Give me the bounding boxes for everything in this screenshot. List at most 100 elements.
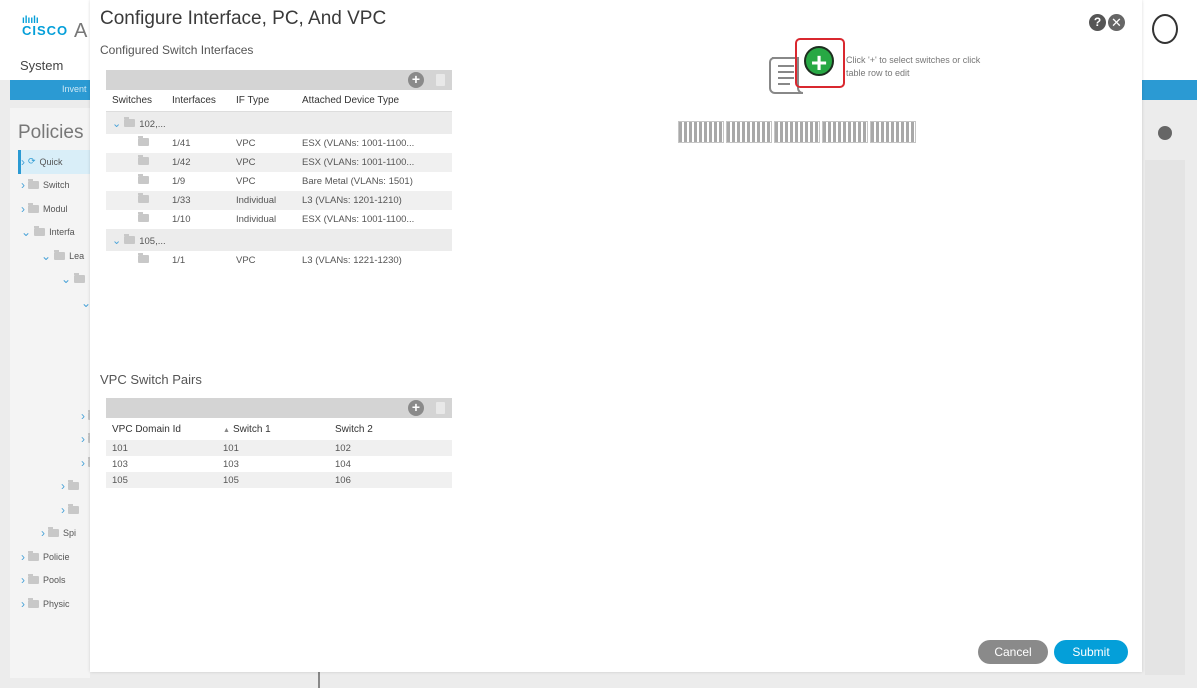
switch-port-strip[interactable] (678, 121, 916, 143)
tree-item-label: Spi (63, 528, 77, 539)
group-label: 105,... (139, 235, 166, 247)
chevron-right-icon: › (21, 573, 25, 588)
col-switch-1[interactable]: ▲ Switch 1 (223, 424, 335, 435)
tree-item[interactable]: › ⟳ Quick (18, 150, 90, 174)
folder-icon (34, 226, 46, 237)
chevron-right-icon: › (81, 432, 85, 447)
row-interface: 1/10 (172, 214, 191, 225)
table-row[interactable]: 1/1 VPC L3 (VLANs: 1221-1230) (106, 251, 452, 270)
folder-icon (54, 249, 66, 260)
table-row[interactable]: 1/41 VPC ESX (VLANs: 1001-1100... (106, 134, 452, 153)
interfaces-table: + Switches Interfaces IF Type Attached D… (106, 70, 452, 270)
col-switches[interactable]: Switches (106, 95, 172, 106)
row-vpc-domain: 105 (112, 474, 128, 486)
tree-item-label: Lea (69, 250, 85, 261)
delete-icon[interactable] (436, 74, 445, 86)
interfaces-toolbar: + (106, 70, 452, 90)
quick-start-icon: ⟳ (28, 156, 36, 167)
port-block[interactable] (678, 121, 724, 143)
folder-icon (28, 574, 39, 585)
col-if-type[interactable]: IF Type (236, 95, 302, 106)
table-row[interactable]: 1/9 VPC Bare Metal (VLANs: 1501) (106, 172, 452, 191)
add-interface-icon[interactable]: + (408, 72, 424, 88)
submit-button[interactable]: Submit (1054, 640, 1128, 664)
table-row[interactable]: 1/10 Individual ESX (VLANs: 1001-1100... (106, 210, 452, 229)
row-attached-device: L3 (VLANs: 1221-1230) (302, 255, 402, 266)
chevron-down-icon: ⌄ (112, 117, 122, 130)
row-switch-2: 102 (335, 442, 351, 454)
add-switch-button[interactable]: + (804, 46, 834, 77)
col-vpc-domain[interactable]: VPC Domain Id (106, 424, 223, 435)
table-row[interactable]: 1/42 VPC ESX (VLANs: 1001-1100... (106, 153, 452, 172)
chevron-down-icon: ⌄ (21, 225, 32, 240)
interfaces-section-title: Configured Switch Interfaces (100, 43, 254, 57)
port-block[interactable] (870, 121, 916, 143)
add-vpc-icon[interactable]: + (408, 400, 424, 416)
vpc-toolbar: + (106, 398, 452, 418)
switch-group-row[interactable]: ⌄ 102,... (106, 112, 452, 134)
folder-icon (28, 597, 39, 608)
folder-icon (28, 179, 39, 190)
col-switch-2[interactable]: Switch 2 (335, 424, 452, 435)
port-block[interactable] (774, 121, 820, 143)
folder-icon (68, 503, 79, 514)
row-switch-2: 104 (335, 458, 351, 470)
row-attached-device: ESX (VLANs: 1001-1100... (302, 214, 415, 225)
col-attached-device[interactable]: Attached Device Type (302, 95, 452, 106)
port-block[interactable] (822, 121, 868, 143)
folder-icon (68, 480, 79, 491)
vpc-body: 101 101 102 103 103 104 105 105 106 (106, 440, 452, 488)
menu-icon[interactable] (1158, 126, 1172, 140)
row-switch-1: 101 (223, 442, 239, 454)
chevron-right-icon: › (21, 154, 25, 169)
folder-icon (138, 174, 149, 184)
row-vpc-domain: 103 (112, 458, 128, 470)
vpc-header: VPC Domain Id ▲ Switch 1 Switch 2 (106, 418, 452, 440)
row-attached-device: Bare Metal (VLANs: 1501) (302, 176, 413, 187)
chevron-down-icon: ⌄ (112, 234, 122, 247)
switch-group-row[interactable]: ⌄ 105,... (106, 229, 452, 251)
chevron-right-icon: › (21, 549, 25, 564)
chevron-down-icon: ⌄ (61, 272, 72, 287)
cancel-button[interactable]: Cancel (978, 640, 1048, 664)
port-block[interactable] (726, 121, 772, 143)
folder-icon (74, 273, 86, 284)
divider (318, 672, 320, 688)
chevron-down-icon: ⌄ (41, 248, 52, 263)
row-switch-cell (106, 136, 172, 149)
row-interface: 1/9 (172, 176, 186, 187)
col-interfaces[interactable]: Interfaces (172, 95, 236, 106)
chevron-right-icon: › (21, 201, 25, 216)
table-row[interactable]: 101 101 102 (106, 440, 452, 456)
chevron-right-icon: › (81, 455, 85, 470)
tree-item-label: Physic (43, 598, 70, 609)
sort-asc-icon: ▲ (223, 426, 230, 434)
row-vpc-domain: 101 (112, 442, 128, 454)
folder-icon (28, 550, 39, 561)
folder-icon (138, 253, 149, 263)
row-if-type: Individual (236, 195, 277, 206)
close-icon[interactable]: ✕ (1108, 14, 1125, 31)
user-avatar[interactable] (1152, 14, 1178, 44)
row-attached-device: L3 (VLANs: 1201-1210) (302, 195, 402, 206)
right-panel (1145, 160, 1185, 675)
row-interface: 1/33 (172, 195, 191, 206)
inventory-tab[interactable]: Invent (62, 84, 87, 94)
folder-icon (48, 527, 59, 538)
table-row[interactable]: 1/33 Individual L3 (VLANs: 1201-1210) (106, 191, 452, 210)
dialog-title: Configure Interface, PC, And VPC (100, 8, 387, 29)
table-row[interactable]: 103 103 104 (106, 456, 452, 472)
help-icon[interactable]: ? (1089, 14, 1106, 31)
system-tab[interactable]: System (20, 58, 63, 73)
row-switch-cell (106, 155, 172, 168)
interfaces-body: ⌄ 102,... 1/41 VPC ESX (VLANs: 1001-1100... 1… (106, 112, 452, 270)
row-switch-2: 106 (335, 474, 351, 486)
row-switch-cell (106, 253, 172, 266)
row-switch-1: 105 (223, 474, 239, 486)
delete-icon[interactable] (436, 402, 445, 414)
group-label: 102,... (139, 118, 166, 130)
folder-icon (28, 202, 39, 213)
table-row[interactable]: 105 105 106 (106, 472, 452, 488)
tree-item-label: Policie (43, 551, 70, 562)
row-switch-cell (106, 193, 172, 206)
